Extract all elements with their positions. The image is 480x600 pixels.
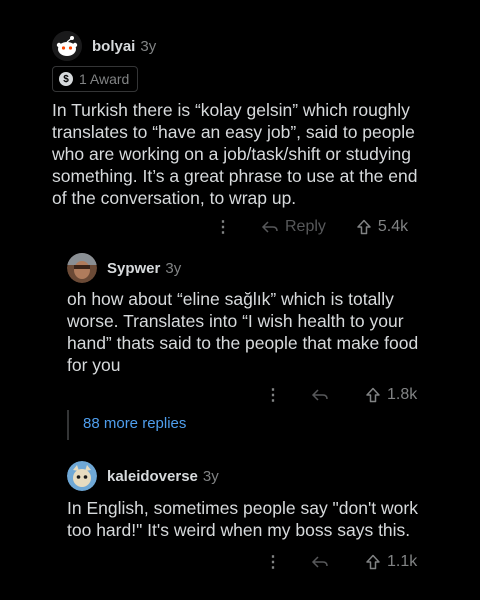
comment-body: In Turkish there is “kolay gelsin” which…: [52, 100, 418, 208]
avatar[interactable]: [52, 31, 82, 61]
upvote-button[interactable]: 5.4k: [356, 218, 408, 236]
vote-count: 1.8k: [387, 386, 418, 403]
username[interactable]: Sypwer: [107, 260, 160, 277]
comment-body: In English, sometimes people say "don't …: [67, 498, 418, 540]
more-options-icon[interactable]: ⋮: [265, 385, 281, 405]
award-badge[interactable]: $ 1 Award: [52, 66, 139, 92]
comment-actions: ⋮ 1.1k: [265, 552, 417, 572]
snoo-avatar-icon: [52, 31, 82, 61]
avatar[interactable]: [67, 253, 97, 283]
reply-label: Reply: [285, 218, 326, 235]
user-avatar-icon: [67, 461, 97, 491]
comment-age: 3y: [140, 37, 157, 55]
comment-header: bolyai 3y: [52, 31, 156, 61]
avatar[interactable]: [67, 461, 97, 491]
comment-age: 3y: [165, 259, 182, 277]
username[interactable]: bolyai: [92, 38, 135, 55]
upvote-icon: [366, 554, 380, 570]
comment-header: Sypwer 3y: [67, 253, 181, 283]
more-options-icon[interactable]: ⋮: [265, 552, 281, 572]
comment-age: 3y: [202, 467, 219, 485]
award-label: 1 Award: [79, 71, 130, 87]
user-avatar-icon: [67, 253, 97, 283]
thread-line[interactable]: [67, 410, 69, 440]
comment-actions: ⋮ Reply 5.4k: [215, 217, 408, 237]
reply-icon: [311, 389, 328, 401]
username[interactable]: kaleidoverse: [107, 468, 198, 485]
comment-actions: ⋮ 1.8k: [265, 385, 417, 405]
upvote-button[interactable]: 1.1k: [365, 553, 417, 571]
vote-count: 1.1k: [387, 553, 418, 570]
upvote-button[interactable]: 1.8k: [365, 386, 417, 404]
upvote-icon: [357, 219, 371, 235]
reply-button[interactable]: [311, 555, 335, 569]
more-options-icon[interactable]: ⋮: [215, 217, 231, 237]
vote-count: 5.4k: [377, 218, 409, 235]
reply-icon: [311, 556, 328, 568]
comment-header: kaleidoverse 3y: [67, 461, 219, 491]
award-coin-icon: $: [59, 72, 73, 86]
reply-icon: [261, 221, 278, 233]
more-replies-link[interactable]: 88 more replies: [83, 415, 186, 432]
reply-button[interactable]: Reply: [261, 218, 326, 236]
comment-body: oh how about “eline sağlık” which is tot…: [67, 289, 419, 375]
reply-button[interactable]: [311, 388, 335, 402]
upvote-icon: [366, 387, 380, 403]
